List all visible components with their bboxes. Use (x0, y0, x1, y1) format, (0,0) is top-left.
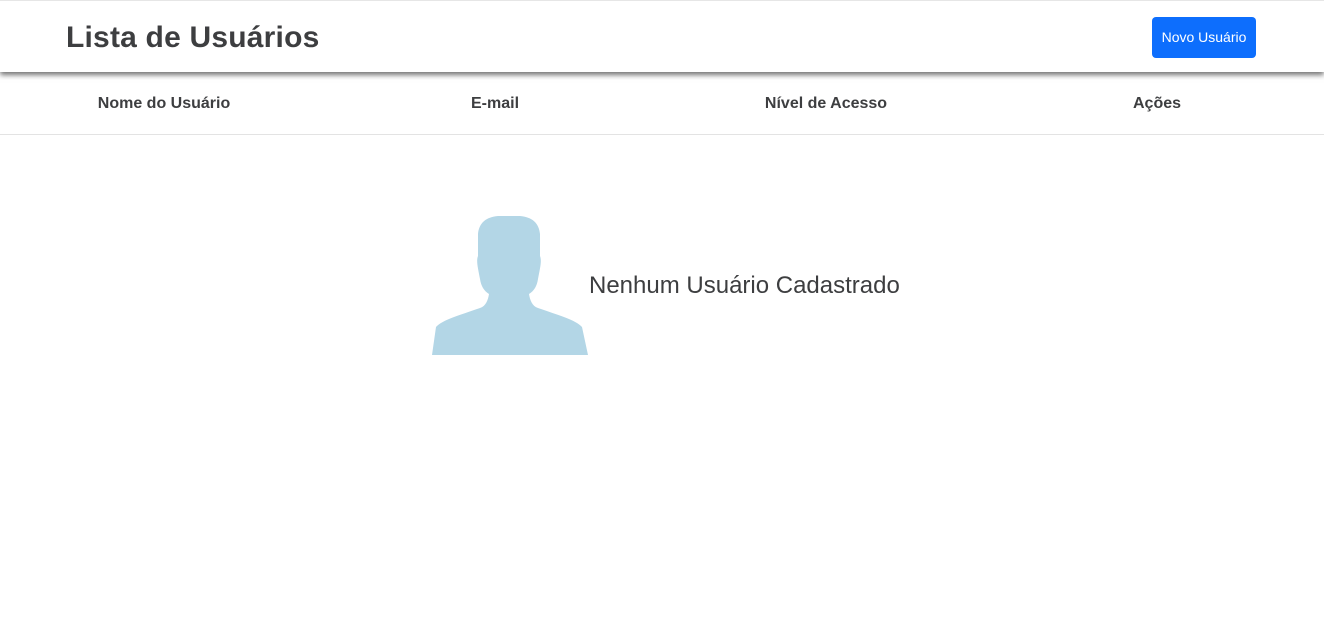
table-header-row: Nome do Usuário E-mail Nível de Acesso A… (0, 72, 1324, 135)
column-header-actions: Ações (1132, 95, 1182, 112)
user-silhouette-icon (432, 216, 588, 355)
empty-state-message: Nenhum Usuário Cadastrado (589, 272, 900, 299)
column-header-name: Nome do Usuário (97, 95, 231, 112)
column-header-access-level: Nível de Acesso (764, 95, 888, 112)
column-header-email: E-mail (470, 95, 520, 112)
page-title: Lista de Usuários (66, 21, 320, 54)
new-user-button[interactable]: Novo Usuário (1152, 17, 1256, 58)
page-header: Lista de Usuários Novo Usuário (0, 0, 1324, 72)
users-page: Lista de Usuários Novo Usuário Nome do U… (0, 0, 1324, 626)
empty-state: Nenhum Usuário Cadastrado (430, 216, 950, 356)
